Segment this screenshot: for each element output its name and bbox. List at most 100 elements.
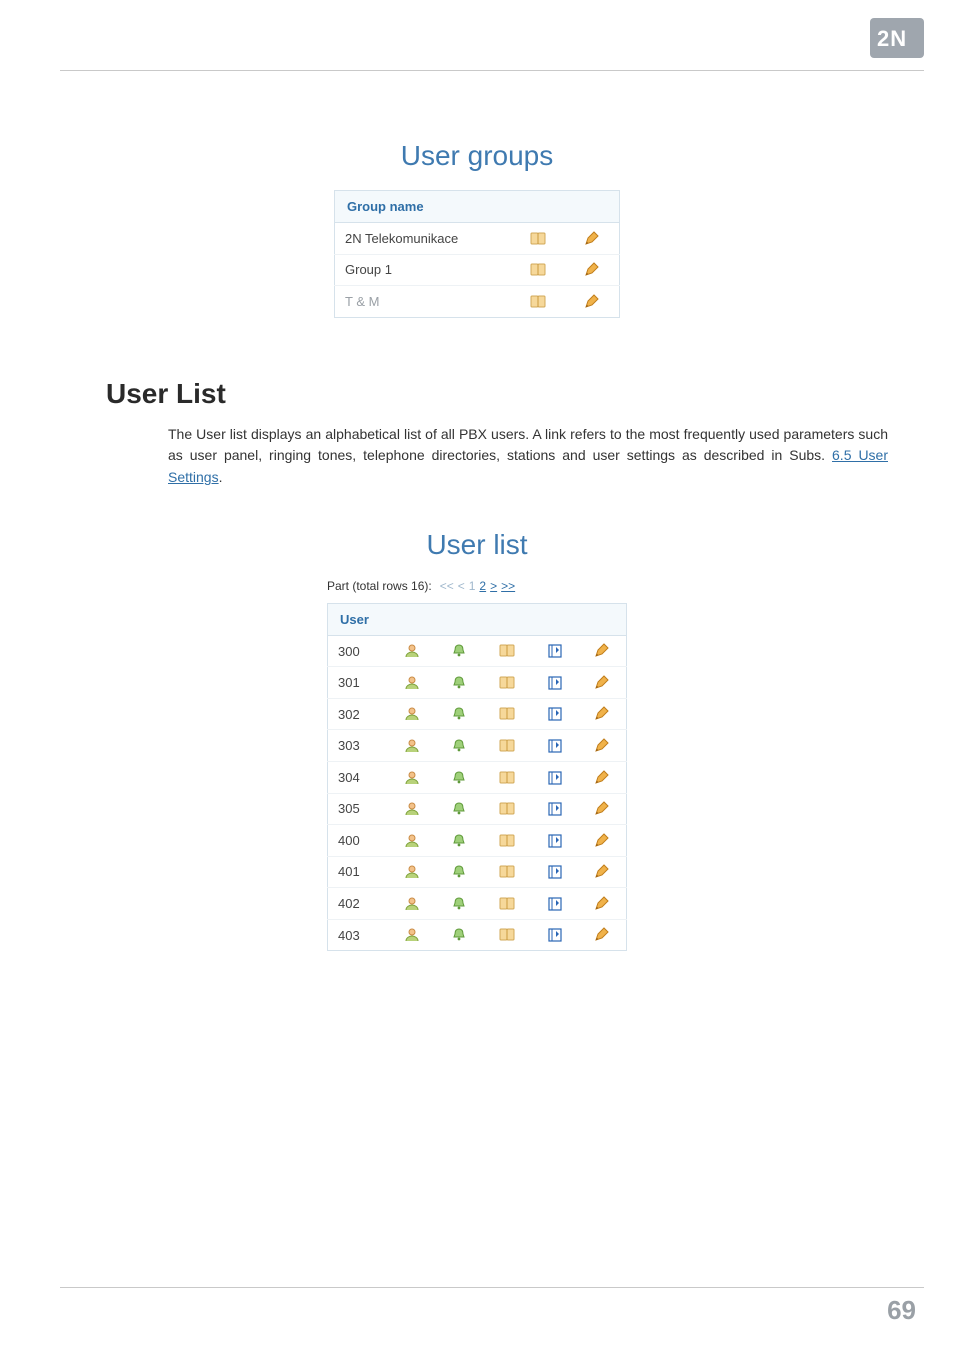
pencil-icon[interactable] xyxy=(593,833,611,849)
pager-prev: < xyxy=(458,579,465,593)
station-icon[interactable] xyxy=(546,801,564,817)
station-icon[interactable] xyxy=(546,927,564,943)
station-icon[interactable] xyxy=(546,643,564,659)
user-list-pager: Part (total rows 16): << < 1 2 > >> xyxy=(327,579,627,593)
station-icon[interactable] xyxy=(546,896,564,912)
user-id: 305 xyxy=(328,793,388,825)
pager-last[interactable]: >> xyxy=(501,579,515,593)
bell-icon[interactable] xyxy=(450,801,468,817)
bell-icon[interactable] xyxy=(450,864,468,880)
table-row: 300 xyxy=(328,635,627,667)
table-row: 2N Telekomunikace xyxy=(335,223,620,255)
pencil-icon[interactable] xyxy=(593,927,611,943)
user-id: 301 xyxy=(328,667,388,699)
bell-icon[interactable] xyxy=(450,833,468,849)
pager-first: << xyxy=(440,579,454,593)
bell-icon[interactable] xyxy=(450,706,468,722)
book-icon[interactable] xyxy=(498,833,516,849)
book-icon[interactable] xyxy=(498,927,516,943)
book-icon[interactable] xyxy=(498,770,516,786)
book-icon[interactable] xyxy=(498,896,516,912)
user-list-panel: User list Part (total rows 16): << < 1 2… xyxy=(60,529,894,952)
pencil-icon[interactable] xyxy=(593,864,611,880)
book-icon[interactable] xyxy=(498,801,516,817)
pencil-icon[interactable] xyxy=(583,262,601,278)
page-number: 69 xyxy=(887,1295,916,1326)
user-id: 302 xyxy=(328,698,388,730)
book-icon[interactable] xyxy=(529,231,547,247)
station-icon[interactable] xyxy=(546,706,564,722)
book-icon[interactable] xyxy=(498,706,516,722)
user-icon[interactable] xyxy=(403,833,421,849)
user-groups-panel: User groups Group name 2N Telekomunikace… xyxy=(60,140,894,318)
table-row: 305 xyxy=(328,793,627,825)
user-id: 403 xyxy=(328,919,388,951)
user-list-table: User 300301302303304305400401402403 xyxy=(327,603,627,952)
group-name: Group 1 xyxy=(335,254,512,286)
pencil-icon[interactable] xyxy=(593,675,611,691)
pencil-icon[interactable] xyxy=(593,770,611,786)
table-row: 304 xyxy=(328,762,627,794)
bell-icon[interactable] xyxy=(450,675,468,691)
footer-rule xyxy=(60,1287,924,1288)
book-icon[interactable] xyxy=(498,643,516,659)
pencil-icon[interactable] xyxy=(593,738,611,754)
header-rule xyxy=(60,70,924,71)
station-icon[interactable] xyxy=(546,833,564,849)
bell-icon[interactable] xyxy=(450,927,468,943)
table-row: 302 xyxy=(328,698,627,730)
section-paragraph: The User list displays an alphabetical l… xyxy=(168,424,888,489)
book-icon[interactable] xyxy=(498,675,516,691)
table-row: 303 xyxy=(328,730,627,762)
user-id: 401 xyxy=(328,856,388,888)
user-icon[interactable] xyxy=(403,801,421,817)
user-icon[interactable] xyxy=(403,706,421,722)
user-icon[interactable] xyxy=(403,864,421,880)
pencil-icon[interactable] xyxy=(593,643,611,659)
user-icon[interactable] xyxy=(403,643,421,659)
book-icon[interactable] xyxy=(529,294,547,310)
table-row: 403 xyxy=(328,919,627,951)
book-icon[interactable] xyxy=(498,738,516,754)
section-text-b: . xyxy=(219,469,223,485)
bell-icon[interactable] xyxy=(450,738,468,754)
user-icon[interactable] xyxy=(403,927,421,943)
user-id: 400 xyxy=(328,825,388,857)
pencil-icon[interactable] xyxy=(593,896,611,912)
bell-icon[interactable] xyxy=(450,896,468,912)
station-icon[interactable] xyxy=(546,738,564,754)
user-groups-table: Group name 2N TelekomunikaceGroup 1T & M xyxy=(334,190,620,318)
user-icon[interactable] xyxy=(403,770,421,786)
station-icon[interactable] xyxy=(546,864,564,880)
user-icon[interactable] xyxy=(403,896,421,912)
pager-current: 1 xyxy=(469,579,476,593)
user-id: 304 xyxy=(328,762,388,794)
user-list-header: User xyxy=(328,603,627,635)
pencil-icon[interactable] xyxy=(583,231,601,247)
station-icon[interactable] xyxy=(546,770,564,786)
user-id: 303 xyxy=(328,730,388,762)
group-name: 2N Telekomunikace xyxy=(335,223,512,255)
section-text-a: The User list displays an alphabetical l… xyxy=(168,426,888,464)
table-row: 301 xyxy=(328,667,627,699)
book-icon[interactable] xyxy=(529,262,547,278)
pencil-icon[interactable] xyxy=(593,706,611,722)
user-groups-title: User groups xyxy=(401,140,554,172)
station-icon[interactable] xyxy=(546,675,564,691)
table-row: 401 xyxy=(328,856,627,888)
book-icon[interactable] xyxy=(498,864,516,880)
user-id: 300 xyxy=(328,635,388,667)
pager-page-2[interactable]: 2 xyxy=(479,579,486,593)
group-name: T & M xyxy=(335,286,512,318)
bell-icon[interactable] xyxy=(450,770,468,786)
bell-icon[interactable] xyxy=(450,643,468,659)
user-icon[interactable] xyxy=(403,738,421,754)
section-heading: User List xyxy=(106,378,894,410)
brand-logo-text: 2N xyxy=(877,26,907,50)
pager-next[interactable]: > xyxy=(490,579,497,593)
pencil-icon[interactable] xyxy=(583,294,601,310)
user-icon[interactable] xyxy=(403,675,421,691)
table-row: Group 1 xyxy=(335,254,620,286)
user-groups-header: Group name xyxy=(335,191,620,223)
pencil-icon[interactable] xyxy=(593,801,611,817)
